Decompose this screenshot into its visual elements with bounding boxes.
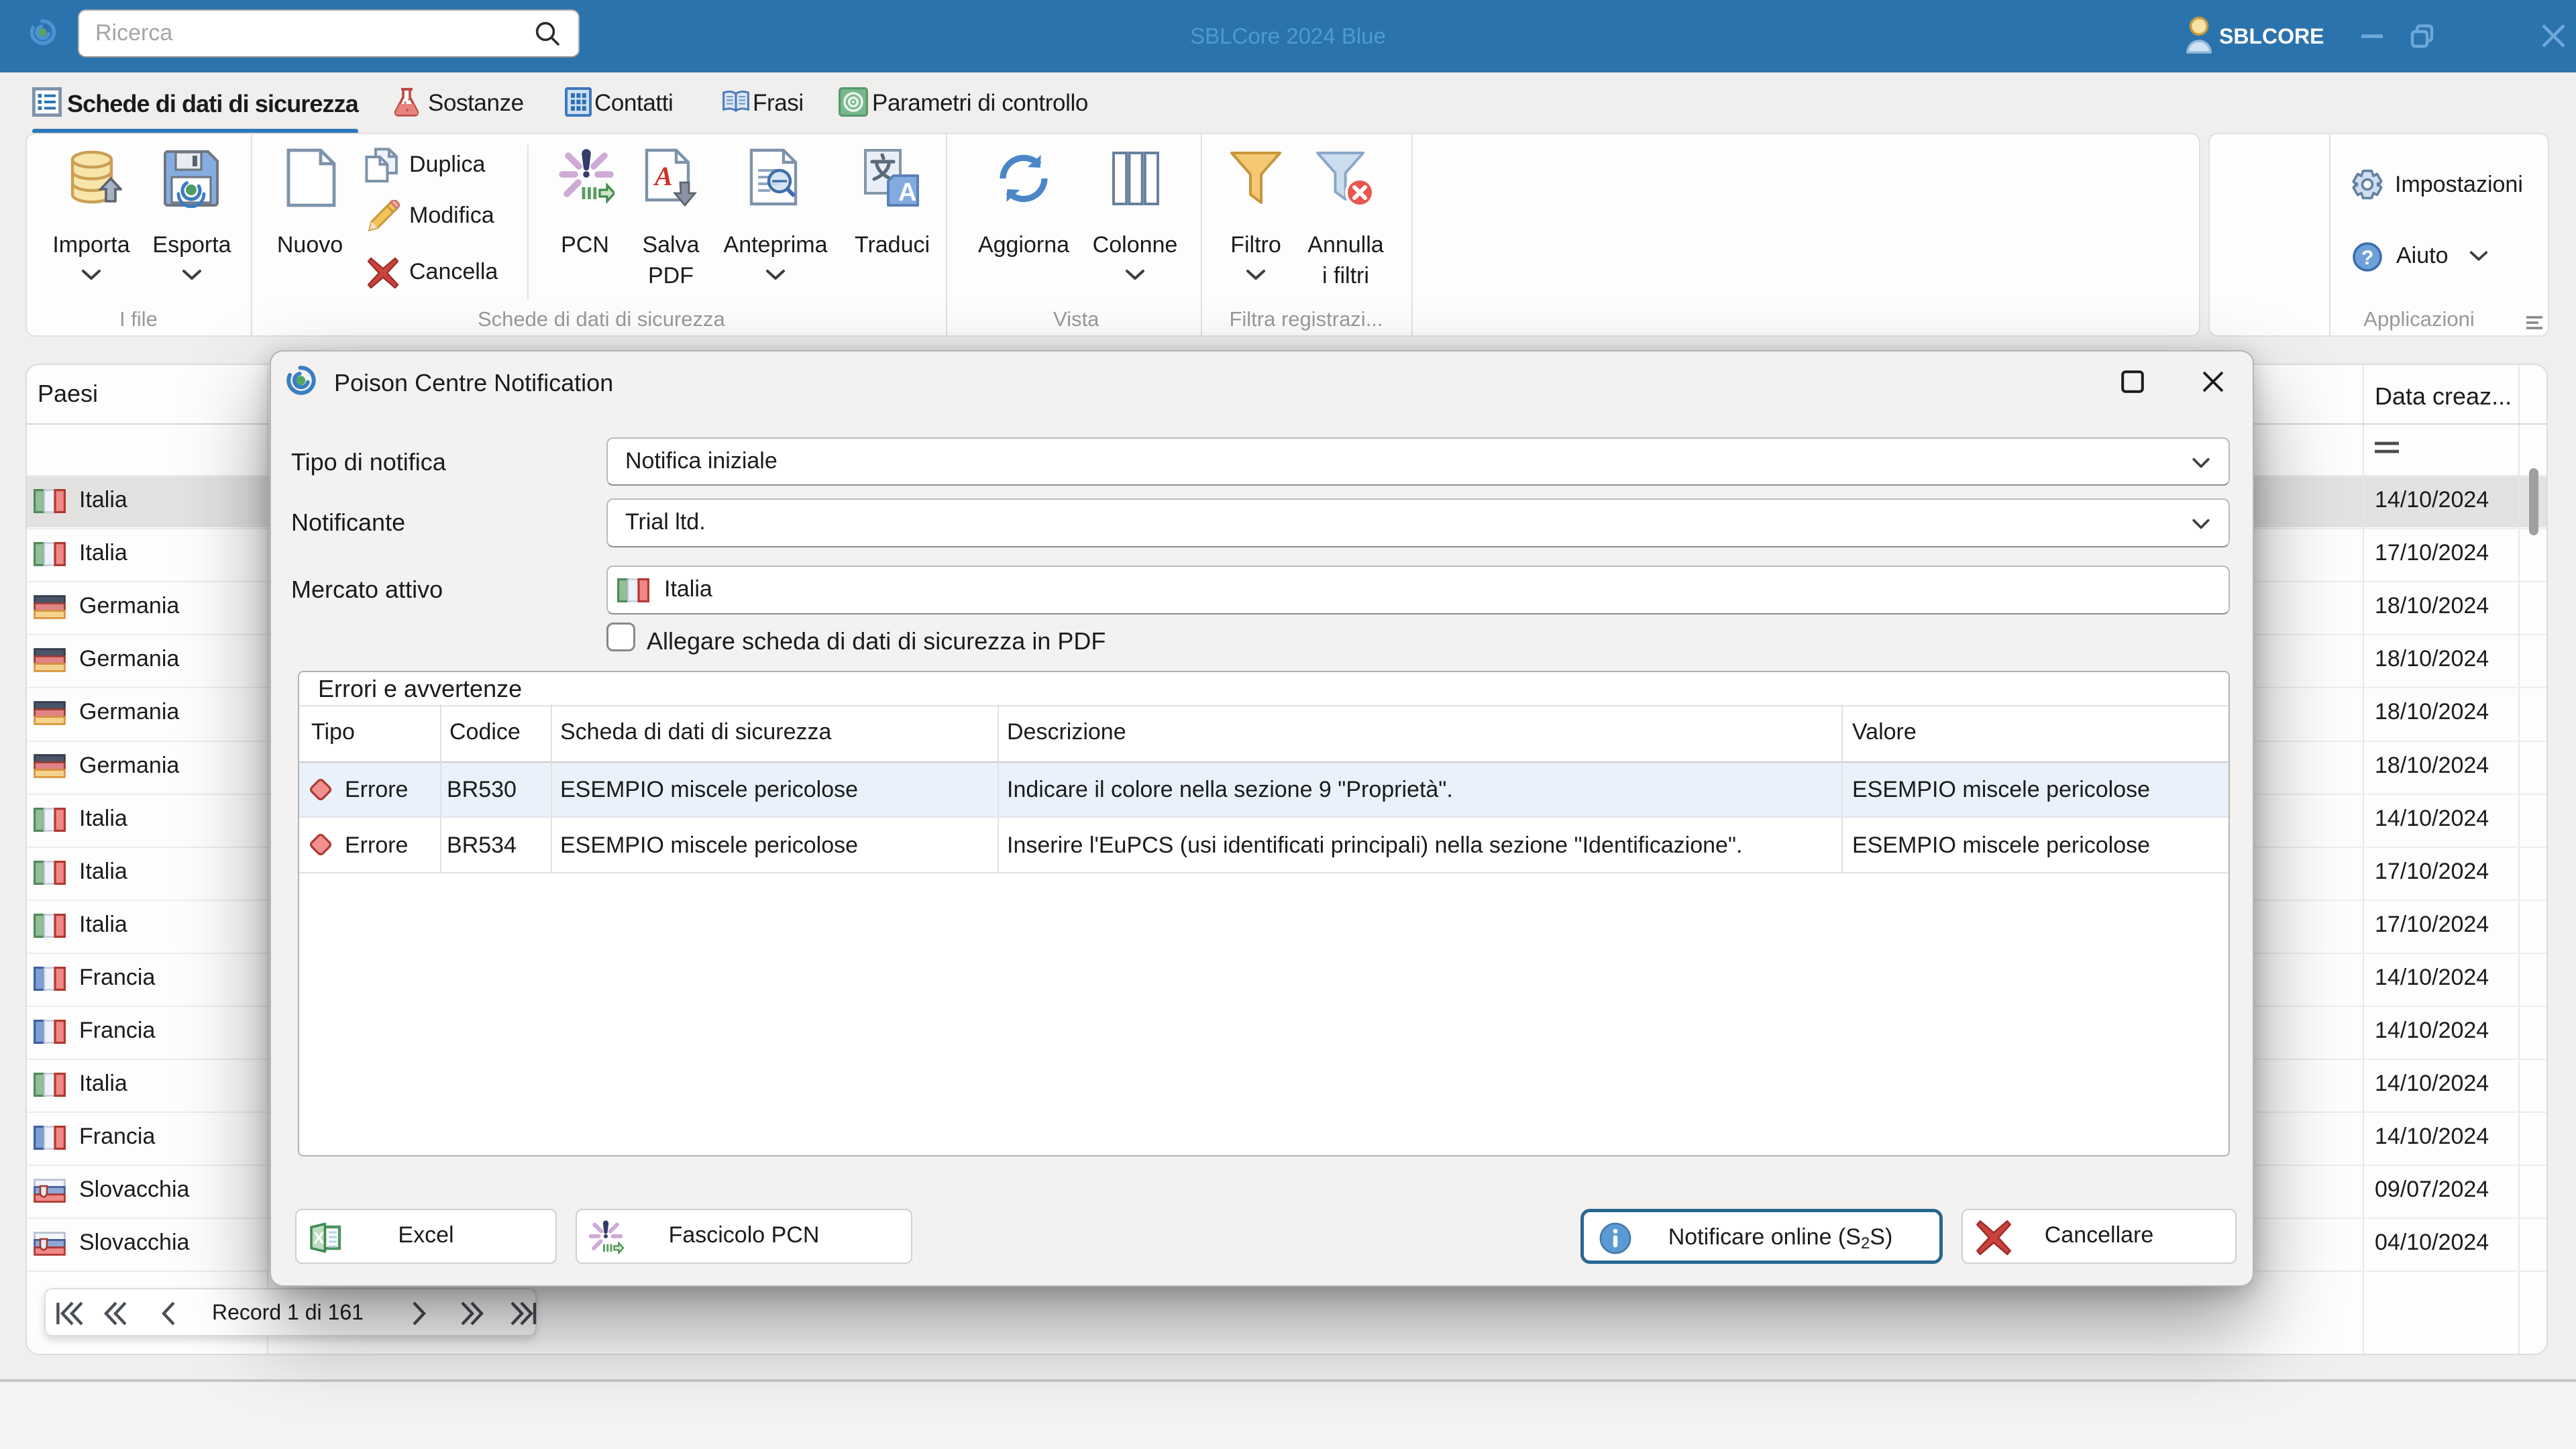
svg-text:A: A xyxy=(898,178,916,207)
svg-text:?: ? xyxy=(2361,247,2373,269)
svg-text:A: A xyxy=(653,161,673,191)
